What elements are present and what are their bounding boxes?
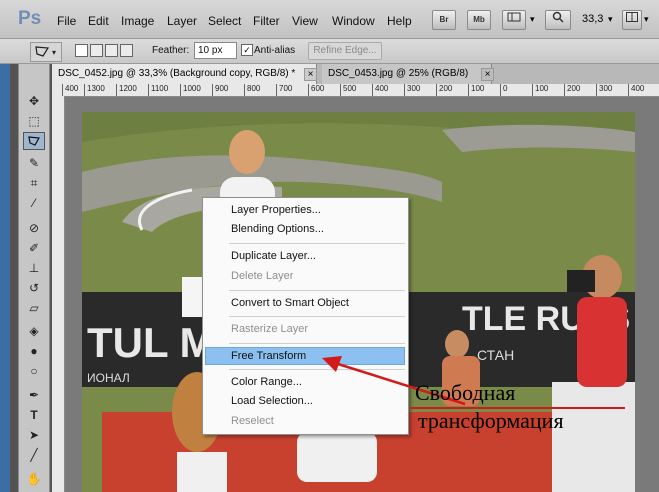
annotation-text-line2: трансформация bbox=[418, 408, 564, 433]
arrow-head bbox=[322, 356, 342, 372]
annotation-text-line1: Свободная bbox=[415, 380, 516, 405]
